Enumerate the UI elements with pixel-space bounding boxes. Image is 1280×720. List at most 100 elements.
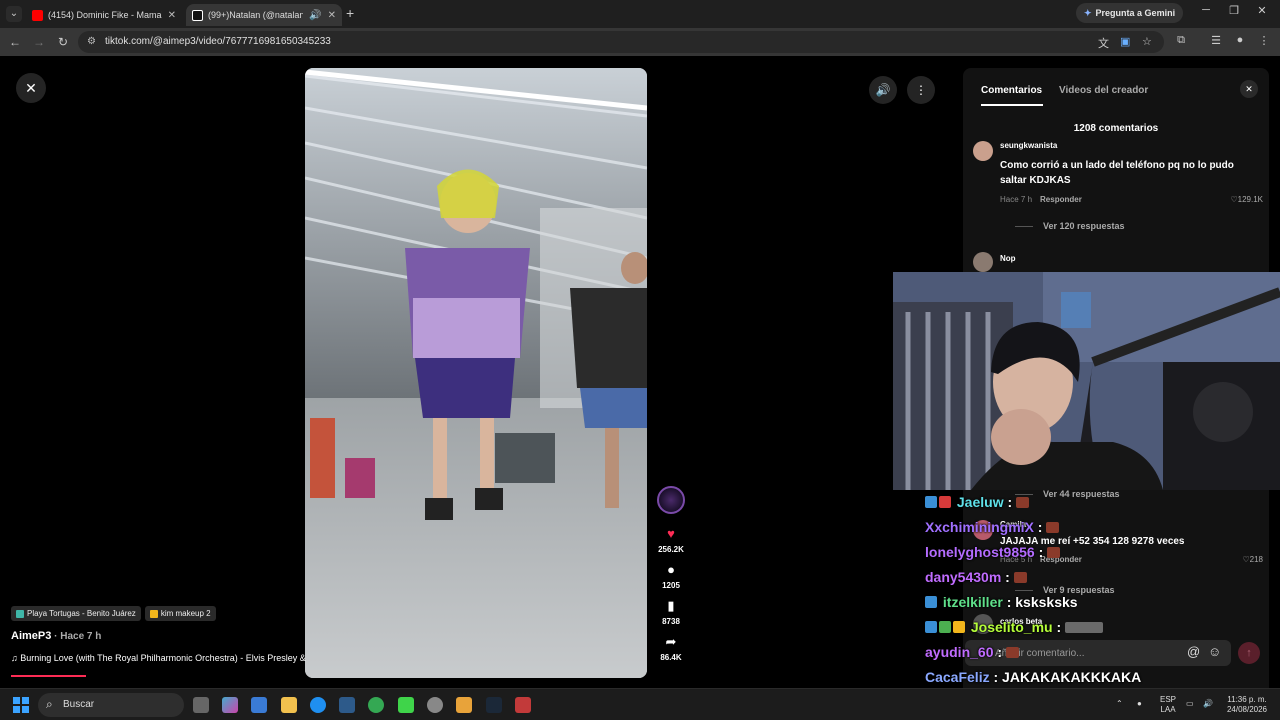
lang-top: ESP	[1159, 695, 1176, 704]
chat-message: ayudin_60 :	[925, 644, 1019, 660]
cast-icon[interactable]: ▣	[1120, 35, 1130, 48]
store-icon[interactable]	[251, 697, 267, 713]
avatar[interactable]	[973, 141, 993, 161]
reply-button[interactable]: Responder	[1040, 195, 1082, 204]
clock[interactable]: 11:36 p. m. 24/08/2026	[1222, 695, 1272, 715]
chat-separator: :	[1003, 494, 1017, 510]
tab-close-icon[interactable]: ✕	[328, 10, 336, 21]
extensions-icon[interactable]: ⧉	[1173, 34, 1189, 47]
webcam-frame	[893, 272, 1280, 490]
comment-like[interactable]: ♡129.1K	[1230, 195, 1263, 204]
language-indicator[interactable]: ESP LAA	[1157, 695, 1179, 715]
music-info[interactable]: ♫ Burning Love (with The Royal Philharmo…	[11, 653, 331, 663]
location-icon	[16, 609, 24, 618]
comment-input[interactable]	[995, 644, 1175, 662]
avatar[interactable]	[973, 252, 993, 272]
translate-icon[interactable]: 文	[1098, 35, 1109, 51]
post-time: · Hace 7 h	[51, 631, 102, 642]
profile-avatar-icon[interactable]: ●	[1232, 34, 1248, 46]
save-count: 8738	[662, 617, 680, 626]
volume-icon[interactable]: 🔊	[869, 76, 897, 104]
music-title[interactable]: Burning Love (with The Royal Philharmoni…	[20, 653, 305, 663]
tab-tiktok[interactable]: (99+)Natalan (@natalanx) | 🔊 ✕	[186, 4, 342, 26]
tab-audio-icon[interactable]: 🔊	[309, 10, 321, 21]
chat-separator: :	[1033, 519, 1047, 535]
close-video-icon[interactable]: ✕	[16, 73, 46, 103]
url-text[interactable]: tiktok.com/@aimep3/video/767771698165034…	[105, 36, 331, 47]
tab-creator-videos[interactable]: Videos del creador	[1059, 85, 1148, 96]
chat-separator: :	[989, 669, 1003, 685]
tray-chevron-icon[interactable]: ⌃	[1116, 699, 1123, 709]
copilot-icon[interactable]	[222, 697, 238, 713]
forward-arrow-icon[interactable]: →	[31, 34, 47, 50]
task-view-icon[interactable]	[193, 697, 209, 713]
comment-username[interactable]: seungkwanista	[1000, 141, 1057, 150]
browser-menu-icon[interactable]: ⋮	[1256, 34, 1272, 47]
back-arrow-icon[interactable]: ←	[7, 34, 23, 50]
microphone-icon[interactable]: ●	[1137, 699, 1142, 709]
bookmark-star-icon[interactable]: ☆	[1142, 35, 1152, 48]
tab-close-icon[interactable]: ✕	[168, 10, 176, 21]
ask-gemini-button[interactable]: ✦ Pregunta a Gemini	[1076, 3, 1184, 23]
comment-button[interactable]: ● 1205	[655, 562, 687, 590]
close-comments-icon[interactable]: ✕	[1240, 80, 1258, 98]
url-omnibox[interactable]: ⚙ tiktok.com/@aimep3/video/7677716981650…	[78, 31, 1164, 53]
windows-start-icon[interactable]	[13, 697, 29, 713]
tab-title: (99+)Natalan (@natalanx) |	[208, 10, 304, 20]
chrome-icon[interactable]	[368, 697, 384, 713]
video-progress-bar[interactable]	[11, 675, 86, 677]
chat-emote-icon	[1005, 647, 1019, 658]
chat-separator: :	[1001, 569, 1014, 585]
music-note-icon: ♫	[11, 653, 21, 663]
comment-like-count: 129.1K	[1237, 195, 1263, 204]
xbox-icon[interactable]	[339, 697, 355, 713]
steam-icon[interactable]	[486, 697, 502, 713]
site-settings-icon[interactable]: ⚙	[87, 36, 96, 47]
location-tag[interactable]: Playa Tortugas - Benito Juárez	[11, 606, 141, 621]
tag-label: kim makeup 2	[160, 609, 211, 618]
speaker-icon[interactable]: 🔊	[1203, 699, 1213, 709]
emoji-icon[interactable]: ☺	[1208, 644, 1221, 659]
heart-outline-icon: ♡	[1230, 195, 1238, 204]
comment-like-count: 218	[1249, 555, 1263, 564]
minimize-icon[interactable]: ─	[1196, 4, 1216, 16]
heart-icon: ♥	[667, 526, 675, 541]
like-count: 256.2K	[658, 545, 684, 554]
post-comment-button[interactable]: ↑	[1238, 642, 1260, 664]
window-close-icon[interactable]: ✕	[1252, 4, 1272, 17]
save-button[interactable]: ▮ 8738	[655, 598, 687, 626]
tab-search-chevron-icon[interactable]: ⌄	[6, 6, 22, 22]
edge-icon[interactable]	[310, 697, 326, 713]
firefox-icon[interactable]	[456, 697, 472, 713]
share-button[interactable]: ➦ 86.4K	[655, 634, 687, 662]
active-tab-indicator	[981, 104, 1043, 106]
obs-icon[interactable]	[427, 697, 443, 713]
new-tab-button[interactable]: +	[346, 5, 360, 21]
comment-like[interactable]: ♡218	[1242, 555, 1263, 564]
tab-youtube[interactable]: (4154) Dominic Fike - Mama's B ✕	[26, 4, 182, 26]
taskbar-search[interactable]: ⌕ Buscar	[38, 693, 184, 717]
view-replies[interactable]: Ver 120 respuestas	[1015, 221, 1125, 231]
creator-avatar[interactable]	[657, 486, 685, 514]
author-name[interactable]: AimeP3	[11, 630, 51, 642]
video-player[interactable]	[305, 68, 647, 678]
reload-icon[interactable]: ↻	[55, 34, 71, 50]
video-author[interactable]: AimeP3 · Hace 7 h	[11, 630, 101, 642]
comment-username[interactable]: Nop	[1000, 254, 1016, 263]
reading-list-icon[interactable]: ☰	[1208, 34, 1224, 47]
restore-icon[interactable]: ❐	[1224, 4, 1244, 17]
tab-comments[interactable]: Comentarios	[981, 85, 1042, 96]
streaming-app-icon[interactable]	[398, 697, 414, 713]
chat-separator: :	[1002, 594, 1016, 610]
like-button[interactable]: ♥ 256.2K	[655, 526, 687, 554]
streamer-webcam	[893, 272, 1280, 490]
file-explorer-icon[interactable]	[281, 697, 297, 713]
view-replies[interactable]: Ver 44 respuestas	[1015, 489, 1120, 499]
video-tags: Playa Tortugas - Benito Juárez kim makeu…	[11, 606, 216, 621]
valorant-icon[interactable]	[515, 697, 531, 713]
chat-username: itzelkiller	[942, 594, 1003, 610]
effect-tag[interactable]: kim makeup 2	[144, 606, 216, 621]
more-options-icon[interactable]: ⋮	[907, 76, 935, 104]
network-icon[interactable]: ▭	[1186, 699, 1194, 709]
mention-icon[interactable]: @	[1187, 644, 1200, 659]
